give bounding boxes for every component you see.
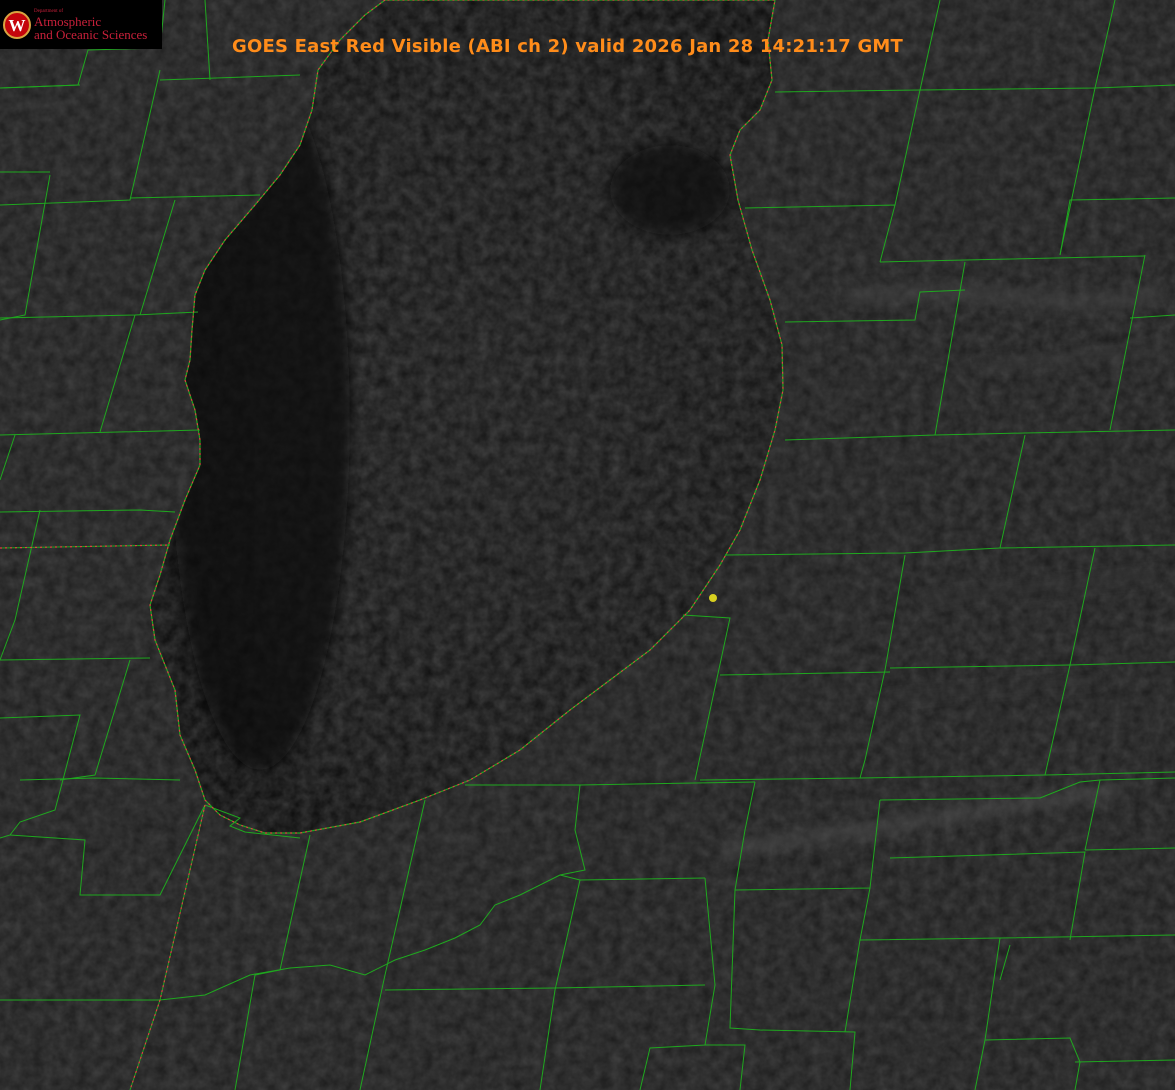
point-marker-icon xyxy=(709,594,717,602)
image-title: GOES East Red Visible (ABI ch 2) valid 2… xyxy=(232,36,904,57)
uw-crest-icon: W xyxy=(3,11,31,39)
map-canvas xyxy=(0,0,1175,1090)
satellite-map: W Department of Atmospheric and Oceanic … xyxy=(0,0,1175,1090)
svg-text:W: W xyxy=(9,16,26,35)
logo-line-2: and Oceanic Sciences xyxy=(34,27,148,42)
uw-aos-logo: W Department of Atmospheric and Oceanic … xyxy=(0,0,162,49)
